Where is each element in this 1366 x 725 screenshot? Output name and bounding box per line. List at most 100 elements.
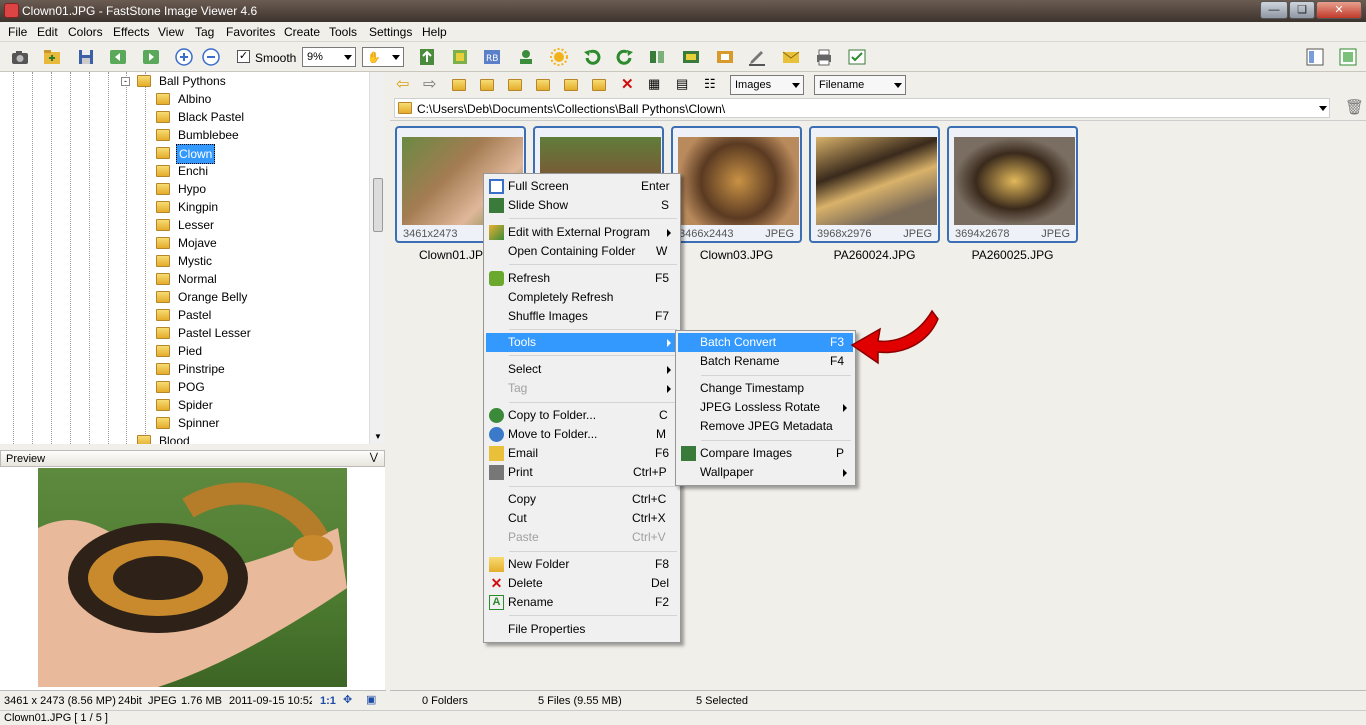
chevron-down-icon[interactable] bbox=[1319, 106, 1327, 111]
menu-item-print[interactable]: Print Ctrl+P bbox=[486, 463, 678, 482]
recycle-bin-icon[interactable]: 🗑 bbox=[1345, 98, 1364, 116]
new-folder-icon[interactable] bbox=[536, 79, 550, 91]
rotate-left-icon[interactable] bbox=[581, 46, 603, 68]
resize-icon[interactable] bbox=[714, 46, 736, 68]
thumbnail-item[interactable]: 3968x2976 JPEG bbox=[809, 126, 940, 243]
copy-folder-icon[interactable] bbox=[564, 79, 578, 91]
open-folder-icon[interactable] bbox=[41, 46, 63, 68]
thumbnail-item[interactable]: 3694x2678 JPEG bbox=[947, 126, 1078, 243]
layout-icon[interactable] bbox=[1304, 46, 1326, 68]
flip-icon[interactable] bbox=[646, 46, 668, 68]
menu-colors[interactable]: Colors bbox=[68, 22, 103, 39]
parent-folder-icon[interactable] bbox=[452, 79, 466, 91]
submenu-item-jpeg-lossless-rotate[interactable]: JPEG Lossless Rotate bbox=[678, 398, 853, 417]
submenu-item-compare-images[interactable]: Compare Images P bbox=[678, 444, 853, 463]
filter-select[interactable]: Images bbox=[730, 75, 804, 95]
status-ratio[interactable]: 1:1 bbox=[320, 695, 336, 707]
camera-icon[interactable] bbox=[9, 46, 31, 68]
menu-tools[interactable]: Tools bbox=[329, 22, 357, 39]
menu-item-copy[interactable]: Copy Ctrl+C bbox=[486, 490, 678, 509]
rotate-right-icon[interactable] bbox=[614, 46, 636, 68]
submenu-item-batch-rename[interactable]: Batch Rename F4 bbox=[678, 352, 853, 371]
submenu-item-wallpaper[interactable]: Wallpaper bbox=[678, 463, 853, 482]
fullscreen-layout-icon[interactable] bbox=[1337, 46, 1359, 68]
brightness-icon[interactable] bbox=[548, 46, 570, 68]
menu-item-new-folder[interactable]: New Folder F8 bbox=[486, 555, 678, 574]
refresh-folder-icon[interactable] bbox=[480, 79, 494, 91]
previous-icon[interactable] bbox=[107, 46, 129, 68]
fit-icon[interactable]: ✥ bbox=[343, 693, 352, 706]
tool-icon-3[interactable]: RB bbox=[481, 46, 503, 68]
favorite-folder-icon[interactable] bbox=[508, 79, 522, 91]
menu-item-completely-refresh[interactable]: Completely Refresh bbox=[486, 288, 678, 307]
folder-tree[interactable]: - Ball Pythons Albino Black Pastel Bumbleb… bbox=[0, 72, 385, 444]
smooth-checkbox[interactable]: ✓ bbox=[237, 50, 250, 63]
menu-create[interactable]: Create bbox=[284, 22, 320, 39]
submenu-item-batch-convert[interactable]: Batch Convert F3 bbox=[678, 333, 853, 352]
menu-item-rename[interactable]: A Rename F2 bbox=[486, 593, 678, 612]
menu-favorites[interactable]: Favorites bbox=[226, 22, 275, 39]
minimize-button[interactable]: — bbox=[1260, 1, 1288, 19]
forward-arrow-icon[interactable]: ⇨ bbox=[423, 74, 436, 94]
zoom-in-icon[interactable] bbox=[173, 46, 195, 68]
menu-item-cut[interactable]: Cut Ctrl+X bbox=[486, 509, 678, 528]
delete-icon[interactable]: ✕ bbox=[621, 75, 634, 93]
tree-item-label: Mystic bbox=[178, 254, 212, 268]
fullscreen-icon[interactable]: ▣ bbox=[366, 693, 376, 706]
menu-item-file-properties[interactable]: File Properties bbox=[486, 620, 678, 639]
menu-item-edit-external[interactable]: Edit with External Program bbox=[486, 223, 678, 242]
menu-item-tools[interactable]: Tools bbox=[486, 333, 678, 352]
back-arrow-icon[interactable]: ⇦ bbox=[396, 74, 409, 94]
tree-item-label: Black Pastel bbox=[178, 110, 245, 124]
menu-edit[interactable]: Edit bbox=[37, 22, 58, 39]
tree-scrollbar-thumb[interactable] bbox=[373, 178, 383, 232]
zoom-select[interactable]: 9% bbox=[302, 47, 356, 67]
scroll-down-icon[interactable]: ▼ bbox=[374, 432, 382, 441]
menu-settings[interactable]: Settings bbox=[369, 22, 412, 39]
tool-icon-2[interactable] bbox=[449, 46, 471, 68]
menu-help[interactable]: Help bbox=[422, 22, 447, 39]
move-folder-icon[interactable] bbox=[592, 79, 606, 91]
path-input[interactable]: C:\Users\Deb\Documents\Collections\Ball … bbox=[394, 98, 1330, 118]
details-view-icon[interactable]: ☷ bbox=[704, 76, 716, 92]
menu-item-copy-to-folder[interactable]: Copy to Folder... C bbox=[486, 406, 678, 425]
save-icon[interactable] bbox=[75, 46, 97, 68]
menu-item-slide-show[interactable]: Slide Show S bbox=[486, 196, 678, 215]
menu-view[interactable]: View bbox=[158, 22, 184, 39]
list-view-icon[interactable]: ▤ bbox=[676, 76, 688, 92]
tool-icon-1[interactable] bbox=[416, 46, 438, 68]
sort-select[interactable]: Filename bbox=[814, 75, 906, 95]
chevron-down-icon[interactable]: ⋁ bbox=[370, 452, 378, 463]
preview-image bbox=[38, 468, 347, 687]
filmstrip-icon[interactable] bbox=[680, 46, 702, 68]
menu-item-move-to-folder[interactable]: Move to Folder... M bbox=[486, 425, 678, 444]
thumbnail-item[interactable]: 3466x2443 JPEG bbox=[671, 126, 802, 243]
menu-item-email[interactable]: Email F6 bbox=[486, 444, 678, 463]
menu-item-open-folder[interactable]: Open Containing Folder W bbox=[486, 242, 678, 261]
thumbnail-caption: Clown01.JP bbox=[418, 248, 483, 262]
submenu-item-remove-metadata[interactable]: Remove JPEG Metadata bbox=[678, 417, 853, 436]
draw-icon[interactable] bbox=[746, 46, 768, 68]
menu-separator bbox=[509, 486, 677, 487]
print-icon[interactable] bbox=[813, 46, 835, 68]
menu-item-full-screen[interactable]: Full Screen Enter bbox=[486, 177, 678, 196]
thumbnail-view-icon[interactable]: ▦ bbox=[648, 76, 660, 92]
menu-item-delete[interactable]: ✕ Delete Del bbox=[486, 574, 678, 593]
menu-item-select[interactable]: Select bbox=[486, 360, 678, 379]
menu-item-shuffle[interactable]: Shuffle Images F7 bbox=[486, 307, 678, 326]
next-icon[interactable] bbox=[140, 46, 162, 68]
maximize-button[interactable]: ❏ bbox=[1289, 1, 1315, 19]
menu-item-refresh[interactable]: Refresh F5 bbox=[486, 269, 678, 288]
email-icon[interactable] bbox=[780, 46, 802, 68]
tool-icon-4[interactable] bbox=[515, 46, 537, 68]
zoom-out-icon[interactable] bbox=[200, 46, 222, 68]
close-button[interactable]: ✕ bbox=[1316, 1, 1362, 19]
menu-file[interactable]: File bbox=[8, 22, 27, 39]
hand-tool-select[interactable]: ✋ bbox=[362, 47, 404, 67]
menu-effects[interactable]: Effects bbox=[113, 22, 149, 39]
menu-tag[interactable]: Tag bbox=[195, 22, 214, 39]
tree-scrollbar[interactable]: ▼ bbox=[369, 72, 385, 444]
tree-collapse-toggle[interactable]: - bbox=[121, 77, 130, 86]
submenu-item-change-timestamp[interactable]: Change Timestamp bbox=[678, 379, 853, 398]
select-all-icon[interactable] bbox=[846, 46, 868, 68]
